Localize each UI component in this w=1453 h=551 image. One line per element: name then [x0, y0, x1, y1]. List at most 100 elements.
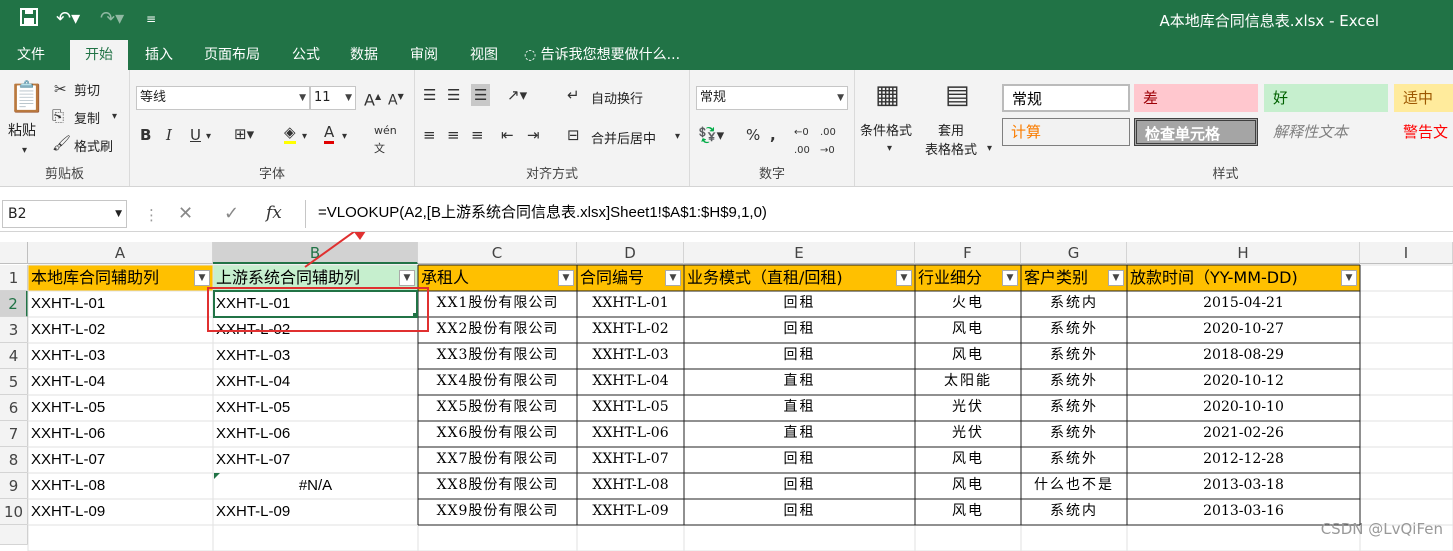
comma-style-icon[interactable]: ,	[770, 126, 776, 144]
tab-file[interactable]: 文件	[0, 40, 62, 70]
percent-icon[interactable]: %	[746, 126, 760, 144]
bold-icon[interactable]: B	[140, 126, 151, 144]
alignment-label: 对齐方式	[525, 167, 578, 182]
conditional-format-dropdown-icon[interactable]: ▾	[887, 140, 892, 158]
font-size-select[interactable]: 11 ▼	[310, 86, 356, 110]
align-middle-icon[interactable]: ☰	[447, 86, 460, 104]
style-warning[interactable]: 警告文	[1394, 118, 1453, 146]
increase-indent-icon[interactable]: ⇥	[527, 126, 540, 144]
chevron-down-icon: ▼	[345, 93, 352, 103]
fill-dropdown-icon[interactable]: ▾	[302, 128, 307, 146]
font-label: 字体	[258, 167, 285, 182]
tab-data[interactable]: 数据	[336, 40, 392, 70]
number-format-select[interactable]: 常规 ▼	[696, 86, 848, 110]
cut-button[interactable]: 剪切	[74, 80, 100, 99]
clipboard-label: 剪贴板	[44, 167, 84, 182]
tell-me-search[interactable]: ◌ 告诉我您想要做什么...	[524, 40, 724, 70]
style-bad[interactable]: 差	[1134, 84, 1258, 112]
style-calculation[interactable]: 计算	[1002, 118, 1130, 146]
wrap-text-button[interactable]: 自动换行	[591, 88, 643, 107]
worksheet-grid: ABCDEFGHI 1 2 3 4 5 6 7 8 9 10 本地库合同辅助列 ▼ 上游系统合同辅助列…	[0, 232, 1453, 551]
tab-page-layout[interactable]: 页面布局	[190, 40, 274, 70]
conditional-format-icon[interactable]: ▦	[875, 80, 900, 110]
increase-font-icon[interactable]: A▲	[364, 88, 381, 109]
chevron-down-icon: ▼	[837, 93, 844, 103]
excel-window: ↶▾ ↷▾ ≡ A本地库合同信息表.xlsx - Excel 文件 开始 插入 …	[0, 0, 1453, 551]
style-neutral[interactable]: 适中	[1394, 84, 1453, 112]
paste-icon[interactable]: 📋	[8, 80, 45, 116]
styles-buttons-group: ▦ 条件格式 ▾ ▤ 套用 表格格式 ▾	[855, 70, 998, 186]
tab-home[interactable]: 开始	[70, 40, 128, 71]
accounting-format-icon[interactable]: 💱▾	[698, 126, 724, 144]
borders-icon[interactable]: ⊞▾	[234, 125, 254, 143]
wrap-text-icon[interactable]: ↵	[567, 86, 580, 104]
style-check-cell[interactable]: 检查单元格	[1134, 118, 1258, 146]
lightbulb-icon: ◌	[524, 47, 541, 63]
style-normal[interactable]: 常规	[1002, 84, 1130, 112]
tab-formulas[interactable]: 公式	[280, 40, 332, 70]
table-format-icon[interactable]: ▤	[945, 80, 970, 110]
align-top-icon[interactable]: ☰	[423, 86, 436, 104]
ribbon-tabs: 文件 开始 插入 页面布局 公式 数据 审阅 视图 ◌ 告诉我您想要做什么...	[0, 40, 1453, 71]
ribbon: 📋 粘贴 ▾ ✂ 剪切 ⎘ 复制 ▾ 🖌 格式刷 剪贴板 等线 ▼ 11 ▼ A▲ …	[0, 70, 1453, 187]
clipboard-group: 📋 粘贴 ▾ ✂ 剪切 ⎘ 复制 ▾ 🖌 格式刷 剪贴板	[0, 70, 130, 186]
paste-button[interactable]: 粘贴	[8, 120, 36, 140]
font-color-dropdown-icon[interactable]: ▾	[342, 128, 347, 146]
copy-button[interactable]: 复制	[74, 108, 100, 127]
font-color-icon[interactable]: A	[324, 123, 335, 144]
align-center-icon[interactable]: ≡	[447, 126, 460, 144]
align-right-icon[interactable]: ≡	[471, 126, 484, 144]
chevron-down-icon: ▼	[115, 209, 122, 219]
align-left-icon[interactable]: ≡	[423, 126, 436, 144]
cut-icon[interactable]: ✂	[54, 80, 67, 98]
conditional-format-button[interactable]: 条件格式	[860, 120, 912, 139]
font-name-select[interactable]: 等线 ▼	[136, 86, 310, 110]
decrease-decimal-icon[interactable]: .00 →0	[820, 124, 836, 160]
tab-insert[interactable]: 插入	[134, 40, 184, 70]
decrease-indent-icon[interactable]: ⇤	[501, 126, 514, 144]
alignment-group: ☰ ☰ ☰ ↗▾ ↵ 自动换行 ≡ ≡ ≡ ⇤ ⇥ ⊟ 合并后居中 ▾ 对齐方式	[415, 70, 690, 186]
styles-gallery: 常规 差 好 适中 计算 检查单元格 解释性文本 警告文 样式	[998, 70, 1453, 186]
tab-view[interactable]: 视图	[456, 40, 512, 70]
underline-icon[interactable]: U	[190, 126, 201, 144]
redo-icon[interactable]: ↷▾	[100, 8, 124, 30]
decrease-font-icon[interactable]: A▼	[388, 88, 404, 110]
copy-icon[interactable]: ⎘	[52, 107, 64, 125]
style-explanatory[interactable]: 解释性文本	[1264, 118, 1388, 146]
merge-center-button[interactable]: 合并后居中	[591, 128, 656, 147]
save-icon[interactable]	[20, 8, 38, 32]
formula-bar: B2 ▼ ⋮ ✕ ✓ fx =VLOOKUP(A2,[B上游系统合同信息表.xls…	[0, 196, 1453, 232]
insert-function-icon[interactable]: fx	[266, 204, 282, 222]
tab-review[interactable]: 审阅	[396, 40, 452, 70]
paste-dropdown-icon[interactable]: ▾	[22, 142, 27, 160]
chevron-down-icon: ▼	[299, 93, 306, 103]
window-title: A本地库合同信息表.xlsx - Excel	[1159, 12, 1379, 30]
styles-label: 样式	[1212, 167, 1239, 182]
copy-dropdown-icon[interactable]: ▾	[112, 108, 117, 126]
format-painter-icon[interactable]: 🖌	[52, 134, 71, 152]
increase-decimal-icon[interactable]: ←0.00	[794, 124, 810, 160]
merge-center-icon[interactable]: ⊟	[567, 126, 580, 144]
title-bar: ↶▾ ↷▾ ≡ A本地库合同信息表.xlsx - Excel	[0, 0, 1453, 40]
number-label: 数字	[758, 167, 785, 182]
underline-dropdown-icon[interactable]: ▾	[206, 128, 211, 146]
customize-quick-access-icon[interactable]: ≡	[146, 8, 156, 30]
fill-color-icon[interactable]: ◈	[284, 123, 296, 144]
orientation-icon[interactable]: ↗▾	[507, 86, 527, 104]
align-bottom-icon[interactable]: ☰	[471, 84, 491, 106]
style-good[interactable]: 好	[1264, 84, 1388, 112]
table-format-dropdown-icon[interactable]: ▾	[987, 140, 992, 158]
annotation-overlay	[27, 232, 1453, 551]
table-format-button[interactable]: 套用 表格格式	[925, 120, 977, 158]
italic-icon[interactable]: I	[166, 126, 172, 144]
formula-input[interactable]: =VLOOKUP(A2,[B上游系统合同信息表.xlsx]Sheet1!$A$1…	[305, 200, 1453, 228]
name-box[interactable]: B2 ▼	[2, 200, 127, 228]
font-group: 等线 ▼ 11 ▼ A▲ A▼ B I U ▾ ⊞▾ ◈ ▾ A ▾ wén 文 字体	[130, 70, 415, 186]
format-painter-button[interactable]: 格式刷	[74, 136, 113, 155]
cancel-icon[interactable]: ✕	[178, 205, 193, 223]
undo-icon[interactable]: ↶▾	[56, 8, 80, 30]
enter-icon[interactable]: ✓	[224, 205, 239, 223]
phonetic-guide-icon[interactable]: wén 文	[374, 122, 397, 158]
merge-dropdown-icon[interactable]: ▾	[675, 128, 680, 146]
watermark: CSDN @LvQiFen	[1320, 520, 1443, 538]
